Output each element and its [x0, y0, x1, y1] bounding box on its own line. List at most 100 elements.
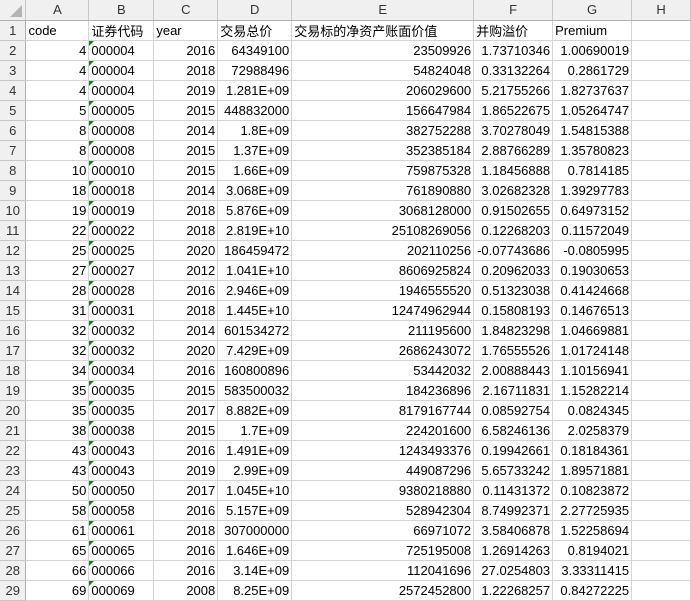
cell-d[interactable]: 2.819E+10 [217, 220, 293, 241]
cell-b[interactable]: 000004 [88, 60, 155, 81]
cell-h[interactable] [631, 580, 691, 601]
cell-d[interactable]: 2.99E+09 [217, 460, 293, 481]
cell-f[interactable]: 0.11431372 [473, 480, 554, 501]
cell-b[interactable]: 000010 [88, 160, 155, 181]
header-cell-d[interactable]: 交易总价 [217, 20, 293, 41]
cell-e[interactable]: 382752288 [291, 120, 475, 141]
cell-f[interactable]: 27.0254803 [473, 560, 554, 581]
column-header-g[interactable]: G [552, 0, 633, 21]
cell-e[interactable]: 8606925824 [291, 260, 475, 281]
cell-b[interactable]: 000038 [88, 420, 155, 441]
cell-c[interactable]: 2014 [153, 180, 219, 201]
row-header-19[interactable]: 19 [0, 380, 27, 401]
column-header-f[interactable]: F [473, 0, 554, 21]
cell-f[interactable]: 1.76555526 [473, 340, 554, 361]
cell-b[interactable]: 000022 [88, 220, 155, 241]
cell-d[interactable]: 1.045E+10 [217, 480, 293, 501]
row-header-6[interactable]: 6 [0, 120, 27, 141]
cell-b[interactable]: 000061 [88, 520, 155, 541]
column-header-b[interactable]: B [88, 0, 155, 21]
cell-c[interactable]: 2017 [153, 400, 219, 421]
cell-d[interactable]: 601534272 [217, 320, 293, 341]
cell-g[interactable]: 0.18184361 [552, 440, 633, 461]
row-header-23[interactable]: 23 [0, 460, 27, 481]
cell-h[interactable] [631, 540, 691, 561]
cell-g[interactable]: 2.0258379 [552, 420, 633, 441]
row-header-4[interactable]: 4 [0, 80, 27, 101]
cell-c[interactable]: 2018 [153, 220, 219, 241]
column-header-h[interactable]: H [631, 0, 691, 21]
cell-c[interactable]: 2016 [153, 40, 219, 61]
cell-c[interactable]: 2019 [153, 460, 219, 481]
cell-f[interactable]: 5.65733242 [473, 460, 554, 481]
cell-f[interactable]: 0.12268203 [473, 220, 554, 241]
cell-h[interactable] [631, 160, 691, 181]
cell-c[interactable]: 2018 [153, 200, 219, 221]
header-cell-e[interactable]: 交易标的净资产账面价值 [291, 20, 475, 41]
row-header-12[interactable]: 12 [0, 240, 27, 261]
row-header-21[interactable]: 21 [0, 420, 27, 441]
cell-d[interactable]: 64349100 [217, 40, 293, 61]
cell-h[interactable] [631, 440, 691, 461]
cell-f[interactable]: 0.19942661 [473, 440, 554, 461]
cell-a[interactable]: 38 [25, 420, 90, 441]
header-cell-h[interactable] [631, 20, 691, 41]
cell-h[interactable] [631, 400, 691, 421]
cell-d[interactable]: 5.876E+09 [217, 200, 293, 221]
cell-c[interactable]: 2016 [153, 500, 219, 521]
cell-d[interactable]: 1.8E+09 [217, 120, 293, 141]
cell-c[interactable]: 2014 [153, 120, 219, 141]
cell-f[interactable]: 0.15808193 [473, 300, 554, 321]
cell-h[interactable] [631, 320, 691, 341]
cell-b[interactable]: 000058 [88, 500, 155, 521]
cell-d[interactable]: 160800896 [217, 360, 293, 381]
cell-g[interactable]: 1.10156941 [552, 360, 633, 381]
cell-f[interactable]: 5.21755266 [473, 80, 554, 101]
cell-h[interactable] [631, 280, 691, 301]
cell-h[interactable] [631, 80, 691, 101]
cell-b[interactable]: 000025 [88, 240, 155, 261]
cell-h[interactable] [631, 140, 691, 161]
cell-e[interactable]: 54824048 [291, 60, 475, 81]
cell-a[interactable]: 43 [25, 440, 90, 461]
column-header-e[interactable]: E [291, 0, 475, 21]
cell-h[interactable] [631, 60, 691, 81]
header-cell-f[interactable]: 并购溢价 [473, 20, 554, 41]
cell-c[interactable]: 2015 [153, 140, 219, 161]
cell-a[interactable]: 8 [25, 140, 90, 161]
cell-h[interactable] [631, 520, 691, 541]
cell-a[interactable]: 10 [25, 160, 90, 181]
cell-b[interactable]: 000004 [88, 40, 155, 61]
cell-a[interactable]: 4 [25, 80, 90, 101]
cell-g[interactable]: 1.82737637 [552, 80, 633, 101]
cell-e[interactable]: 352385184 [291, 140, 475, 161]
cell-d[interactable]: 8.25E+09 [217, 580, 293, 601]
cell-f[interactable]: 6.58246136 [473, 420, 554, 441]
cell-c[interactable]: 2018 [153, 520, 219, 541]
cell-a[interactable]: 25 [25, 240, 90, 261]
cell-h[interactable] [631, 220, 691, 241]
cell-f[interactable]: 1.86522675 [473, 100, 554, 121]
row-header-13[interactable]: 13 [0, 260, 27, 281]
cell-d[interactable]: 8.882E+09 [217, 400, 293, 421]
cell-e[interactable]: 202110256 [291, 240, 475, 261]
cell-g[interactable]: 0.64973152 [552, 200, 633, 221]
cell-a[interactable]: 8 [25, 120, 90, 141]
cell-f[interactable]: 2.16711831 [473, 380, 554, 401]
cell-f[interactable]: 1.73710346 [473, 40, 554, 61]
cell-g[interactable]: 0.10823872 [552, 480, 633, 501]
row-header-16[interactable]: 16 [0, 320, 27, 341]
cell-e[interactable]: 156647984 [291, 100, 475, 121]
cell-c[interactable]: 2016 [153, 360, 219, 381]
row-header-29[interactable]: 29 [0, 580, 27, 601]
row-header-10[interactable]: 10 [0, 200, 27, 221]
cell-a[interactable]: 22 [25, 220, 90, 241]
cell-f[interactable]: 8.74992371 [473, 500, 554, 521]
cell-g[interactable]: 1.00690019 [552, 40, 633, 61]
header-cell-a[interactable]: code [25, 20, 90, 41]
cell-h[interactable] [631, 40, 691, 61]
cell-e[interactable]: 759875328 [291, 160, 475, 181]
row-header-18[interactable]: 18 [0, 360, 27, 381]
cell-c[interactable]: 2016 [153, 540, 219, 561]
row-header-25[interactable]: 25 [0, 500, 27, 521]
